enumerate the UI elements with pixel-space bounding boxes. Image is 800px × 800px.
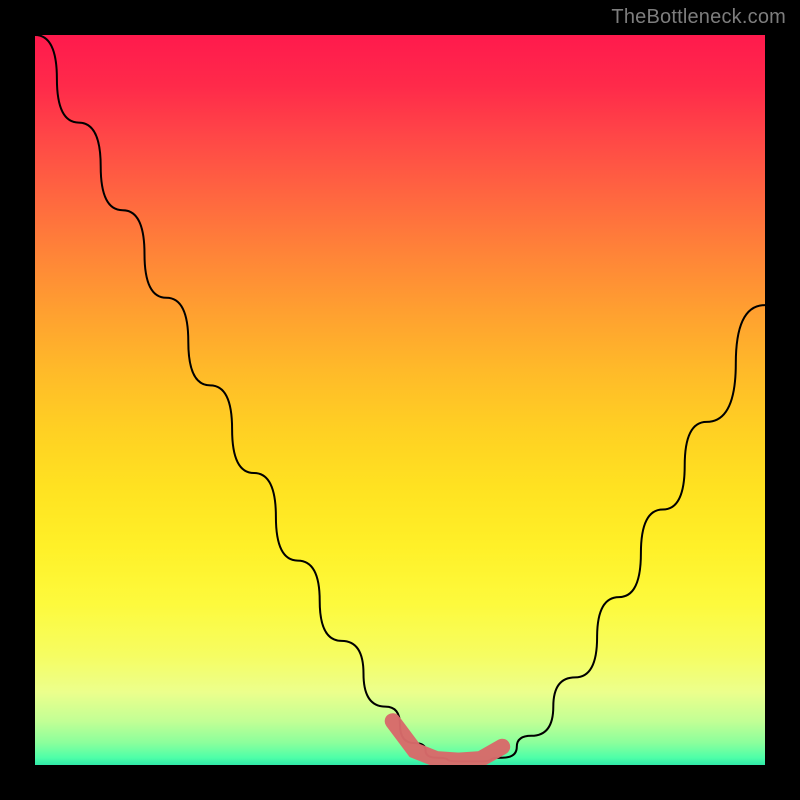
chart-frame: TheBottleneck.com [0,0,800,800]
plot-area [35,35,765,765]
heat-gradient-background [35,35,765,765]
watermark-text: TheBottleneck.com [611,6,786,29]
